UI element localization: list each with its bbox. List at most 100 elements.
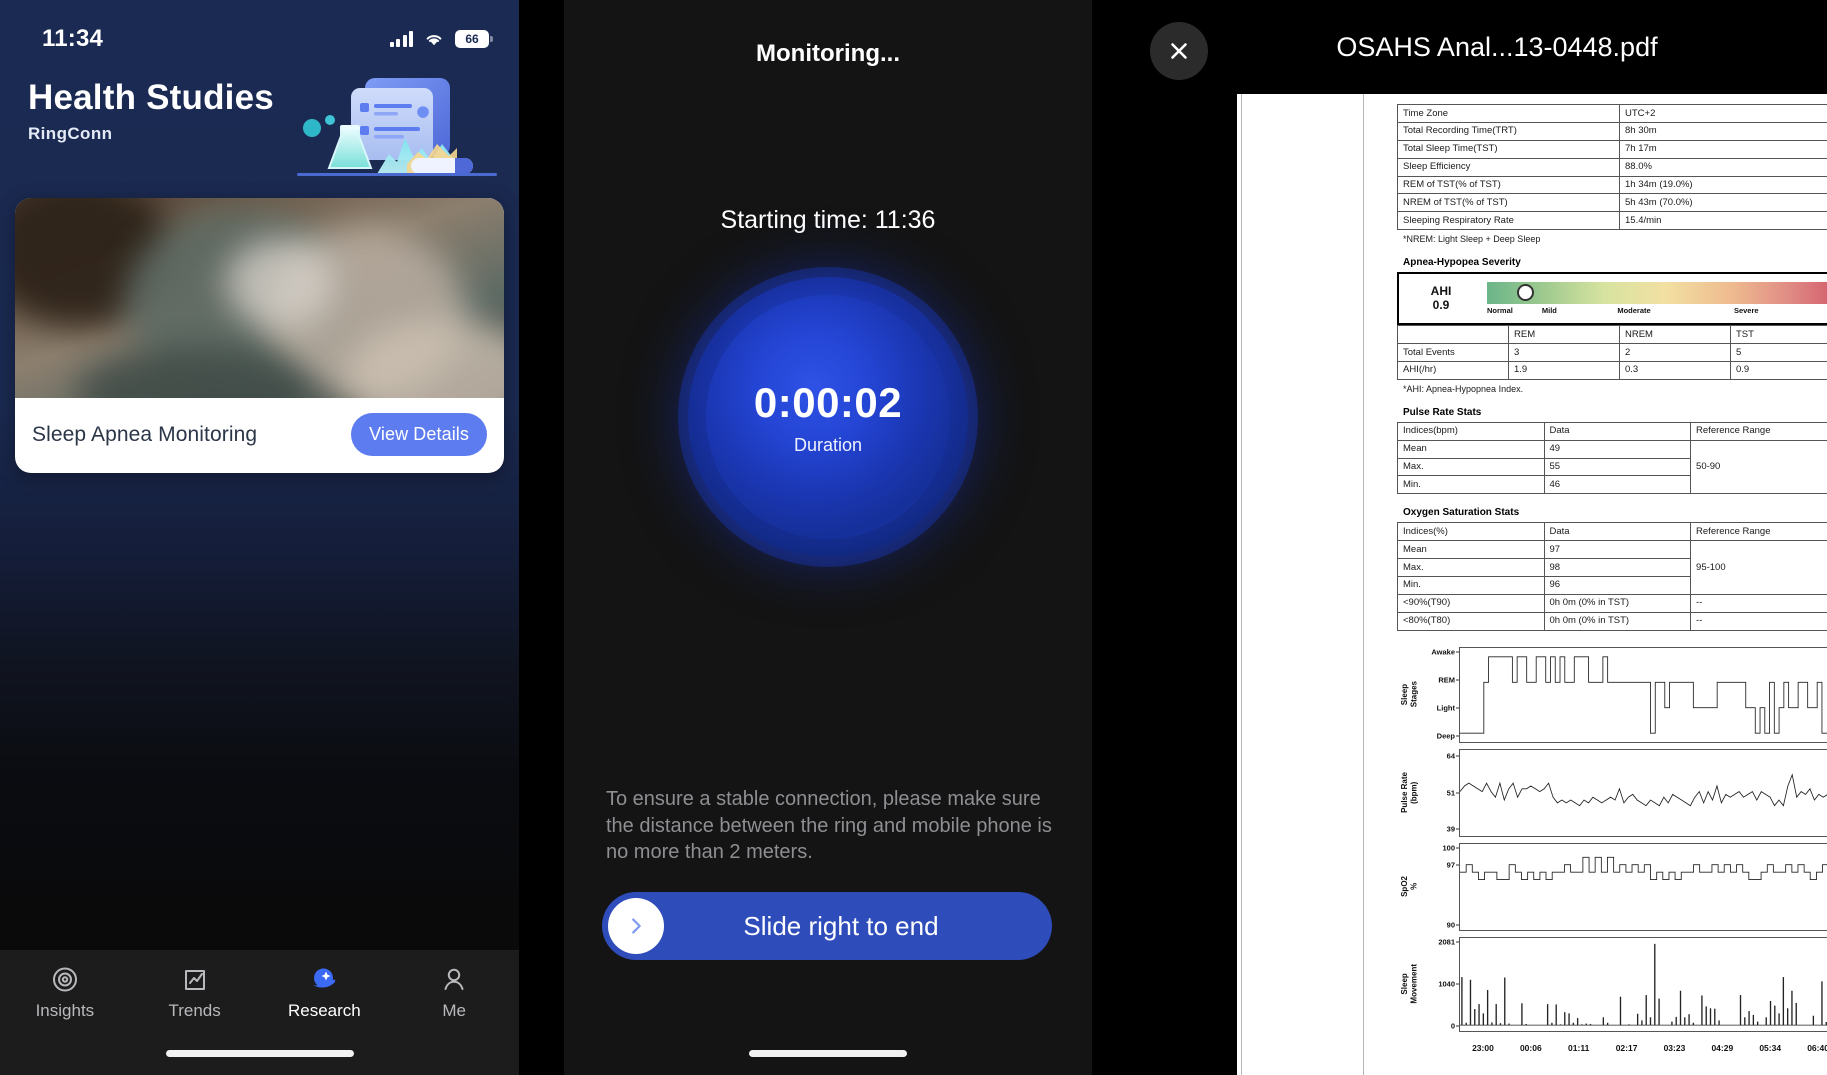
cell-label: Mean: [1397, 540, 1545, 559]
pdf-document-content: Time Zone UTC+2 Total Recording Time(TRT)…: [1237, 94, 1827, 1060]
cell-label: AHI(/hr): [1397, 360, 1509, 380]
cell-value: 97: [1543, 540, 1692, 559]
table-row: <90%(T90) 0h 0m (0% in TST) --: [1397, 593, 1827, 613]
cell-label: Sleeping Respiratory Rate: [1397, 211, 1620, 231]
chart-square-icon: [180, 964, 210, 994]
pdf-page[interactable]: Time Zone UTC+2 Total Recording Time(TRT)…: [1237, 94, 1827, 1075]
y-tick: 90: [1446, 920, 1455, 930]
axis-title: SpO2%: [1400, 876, 1419, 897]
cell-label: Min.: [1397, 475, 1545, 495]
cell-label: Total Recording Time(TRT): [1397, 121, 1620, 141]
study-card[interactable]: Sleep Apnea Monitoring View Details: [15, 198, 504, 473]
table-header-row: Indices(bpm) Data Reference Range: [1397, 421, 1827, 441]
cell-value: 46: [1543, 475, 1692, 495]
axis-title: Sleep Stages: [1400, 681, 1419, 708]
close-button[interactable]: [1150, 22, 1208, 80]
tab-research[interactable]: Research: [260, 964, 390, 1021]
tab-label: Trends: [168, 1001, 221, 1020]
y-tick: Awake: [1431, 647, 1455, 657]
severity-label: Moderate: [1617, 306, 1651, 316]
severity-label: Normal: [1487, 306, 1513, 316]
y-tick-labels: 64 51 39: [1423, 749, 1459, 837]
cell-header: Data: [1543, 421, 1692, 441]
cell-value: 8h 30m: [1619, 121, 1827, 141]
ring-text-group: 0:00:02 Duration: [678, 267, 978, 567]
y-tick-labels: 2081 1040 0: [1423, 937, 1459, 1032]
nrem-footnote: *NREM: Light Sleep + Deep Sleep: [1403, 234, 1541, 245]
table-row: AHI(/hr) 1.9 0.3 0.9: [1397, 360, 1827, 380]
cell-label: REM of TST(% of TST): [1397, 175, 1620, 195]
x-tick: 23:00: [1472, 1042, 1494, 1053]
y-tick: REM: [1438, 675, 1455, 685]
cell-header: NREM: [1619, 325, 1731, 344]
pdf-viewer-panel: OSAHS Anal...13-0448.pdf Time Zone UTC+2 …: [1137, 0, 1827, 1075]
cell-value: 0h 0m (0% in TST): [1543, 593, 1692, 613]
table-row: NREM of TST(% of TST) 5h 43m (70.0%): [1397, 193, 1827, 213]
ahi-footnote: *AHI: Apnea-Hypopnea Index.: [1403, 383, 1524, 394]
wifi-icon: [424, 32, 444, 47]
sleep-movement-chart: Sleep Movement 2081 1040 0: [1397, 936, 1827, 1032]
cell-reference-range: 50-90: [1690, 439, 1827, 495]
bottom-tab-bar: Insights Trends Research Me: [0, 950, 519, 1075]
monitoring-panel: Monitoring... Starting time: 11:36 0:00:…: [564, 0, 1092, 1075]
cell-reference-range: 95-100: [1690, 540, 1827, 595]
slide-knob[interactable]: [608, 898, 664, 954]
cell-label: Total Events: [1397, 343, 1509, 362]
axis-title: Pulse Rate (bpm): [1400, 772, 1419, 813]
cell-label: Max.: [1397, 558, 1545, 577]
y-tick-labels: 100 97 90: [1423, 843, 1459, 931]
cell-value: --: [1690, 593, 1827, 613]
pulse-rate-table: Indices(bpm) Data Reference Range Mean 4…: [1397, 421, 1827, 495]
y-tick-labels: Awake REM Light Deep: [1423, 647, 1459, 743]
x-tick: 05:34: [1759, 1042, 1782, 1053]
table-header-row: Indices(%) Data Reference Range: [1397, 522, 1827, 542]
x-axis-labels: 23:00 00:06 01:11 02:17 03:23 04:29 05:3…: [1459, 1038, 1827, 1060]
y-tick: 100: [1442, 843, 1455, 853]
cell-label: Mean: [1397, 439, 1545, 459]
status-time: 11:34: [42, 25, 104, 52]
duration-caption: Duration: [793, 434, 863, 455]
table-header-row: REM NREM TST: [1397, 325, 1827, 344]
plot-area: [1459, 748, 1827, 837]
slide-to-end-button[interactable]: Slide right to end: [602, 892, 1052, 960]
ahi-value: 0.9: [1432, 297, 1450, 312]
y-tick: 1040: [1438, 979, 1455, 989]
cell-header: Indices(bpm): [1397, 421, 1545, 441]
pulse-rate-chart: Pulse Rate (bpm) 64 51 39: [1397, 748, 1827, 837]
cell-value: 98: [1543, 558, 1692, 577]
cell-value: 2: [1619, 343, 1731, 362]
tab-me[interactable]: Me: [389, 964, 519, 1021]
x-tick: 06:40: [1807, 1042, 1827, 1053]
cell-value: 15.4/min: [1619, 211, 1827, 231]
table-row: Total Recording Time(TRT) 8h 30m: [1397, 121, 1827, 141]
connection-note: To ensure a stable connection, please ma…: [606, 788, 1052, 864]
plot-area: [1459, 936, 1827, 1032]
tab-trends[interactable]: Trends: [130, 964, 260, 1021]
home-indicator: [165, 1050, 354, 1057]
ahi-events-table: REM NREM TST Total Events 3 2 5 AHI(/hr): [1397, 325, 1827, 380]
ahi-index: AHI 0.9: [1409, 284, 1473, 313]
cell-value: 55: [1543, 457, 1692, 477]
target-icon: [50, 964, 80, 994]
severity-gradient-bar: [1487, 282, 1827, 305]
plot-area: [1459, 646, 1827, 743]
cell-value: 49: [1543, 439, 1692, 459]
study-photo: [15, 198, 504, 398]
view-details-button[interactable]: View Details: [351, 413, 487, 456]
phone-app-panel: 11:34 66 Health Studies RingConn Sleep A…: [0, 0, 519, 1075]
cell-value: --: [1690, 611, 1827, 631]
pdf-header: OSAHS Anal...13-0448.pdf: [1137, 0, 1827, 94]
sleep-stages-chart: Sleep Stages Awake REM Light Deep: [1397, 646, 1827, 743]
cell-value: 1h 34m (19.0%): [1619, 175, 1827, 195]
tab-insights[interactable]: Insights: [0, 964, 130, 1021]
cell-label: Min.: [1397, 575, 1545, 595]
slide-button-label: Slide right to end: [743, 910, 939, 941]
cell-label: Sleep Efficiency: [1397, 157, 1620, 177]
table-row: Sleeping Respiratory Rate 15.4/min: [1397, 211, 1827, 231]
table-row: REM of TST(% of TST) 1h 34m (19.0%): [1397, 175, 1827, 195]
table-row: Time Zone UTC+2: [1397, 104, 1827, 123]
severity-marker: [1517, 284, 1534, 302]
cell-header: TST: [1730, 325, 1827, 344]
cell-header: Reference Range: [1690, 522, 1827, 542]
health-studies-illustration: [287, 66, 507, 186]
